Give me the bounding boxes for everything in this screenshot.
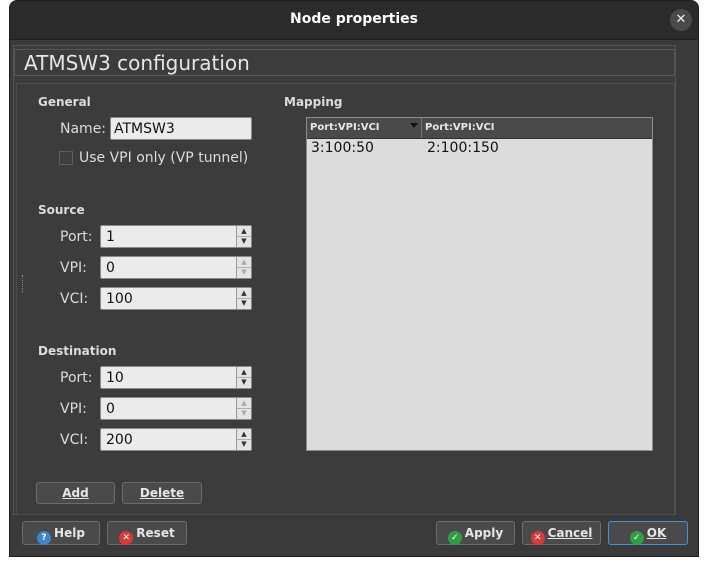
destination-port-value: 10 (106, 370, 124, 386)
source-port-label: Port: (60, 229, 93, 245)
table-cell[interactable]: 2:100:150 (427, 140, 499, 156)
delete-button-label: Delete (139, 486, 185, 500)
column-header-source[interactable]: Port:VPI:VCI (310, 122, 380, 133)
source-port-value: 1 (106, 229, 115, 245)
destination-vpi-spinbox[interactable]: 0 ▲ ▼ (100, 397, 252, 420)
cancel-icon: ✕ (530, 531, 545, 545)
checkmark-icon: ✓ (447, 531, 462, 545)
spin-down-icon[interactable]: ▼ (237, 236, 251, 246)
source-vci-value: 100 (106, 291, 133, 307)
reset-button-label: Reset (136, 526, 175, 540)
apply-button[interactable]: ✓ Apply (436, 521, 515, 545)
help-button[interactable]: ? Help (22, 521, 100, 545)
spin-down-icon[interactable]: ▼ (237, 408, 251, 418)
config-title: ATMSW3 configuration (24, 51, 250, 75)
vpi-only-label: Use VPI only (VP tunnel) (79, 150, 249, 166)
column-divider[interactable] (421, 118, 422, 138)
destination-vci-spinbox[interactable]: 200 ▲ ▼ (100, 428, 252, 451)
source-vpi-value: 0 (106, 260, 115, 276)
reset-button[interactable]: ✕ Reset (107, 521, 187, 545)
source-port-spinbox[interactable]: 1 ▲ ▼ (100, 225, 252, 248)
column-header-destination[interactable]: Port:VPI:VCI (425, 122, 495, 133)
source-vpi-spinbox[interactable]: 0 ▲ ▼ (100, 256, 252, 279)
config-heading: ATMSW3 configuration (14, 49, 675, 76)
delete-button[interactable]: Delete (122, 482, 202, 504)
table-header: Port:VPI:VCI Port:VPI:VCI (307, 118, 652, 139)
title-bar: Node properties ✕ (10, 1, 698, 40)
source-vpi-label: VPI: (60, 260, 87, 276)
destination-vpi-value: 0 (106, 401, 115, 417)
add-button-label: Add (62, 486, 89, 500)
cancel-button-label: Cancel (547, 526, 593, 540)
help-icon: ? (37, 531, 52, 545)
name-field[interactable]: ATMSW3 (110, 117, 252, 140)
mapping-label: Mapping (284, 95, 343, 109)
destination-vci-label: VCI: (60, 432, 89, 448)
ok-button-label: OK (646, 526, 667, 540)
reset-icon: ✕ (119, 531, 134, 545)
spin-down-icon[interactable]: ▼ (237, 439, 251, 449)
checkmark-icon: ✓ (629, 531, 644, 545)
mapping-table[interactable]: Port:VPI:VCI Port:VPI:VCI 3:100:50 2:100… (306, 117, 653, 451)
dialog-title: Node properties (289, 11, 418, 27)
destination-vpi-label: VPI: (60, 401, 87, 417)
close-icon[interactable]: ✕ (670, 9, 692, 31)
spin-down-icon[interactable]: ▼ (237, 377, 251, 387)
spin-down-icon[interactable]: ▼ (237, 298, 251, 308)
destination-port-label: Port: (60, 370, 93, 386)
spin-down-icon[interactable]: ▼ (237, 267, 251, 277)
table-cell[interactable]: 3:100:50 (311, 140, 374, 156)
ok-button[interactable]: ✓ OK (608, 521, 688, 545)
destination-vci-value: 200 (106, 432, 133, 448)
name-label: Name: (60, 121, 107, 137)
general-label: General (38, 95, 91, 109)
destination-port-spinbox[interactable]: 10 ▲ ▼ (100, 366, 252, 389)
add-button[interactable]: Add (36, 482, 115, 504)
splitter-handle[interactable] (22, 275, 26, 293)
source-vci-label: VCI: (60, 291, 89, 307)
destination-label: Destination (38, 344, 117, 358)
help-button-label: Help (54, 526, 85, 540)
vpi-only-checkbox[interactable] (59, 151, 73, 165)
apply-button-label: Apply (464, 526, 504, 540)
cancel-button[interactable]: ✕ Cancel (522, 521, 601, 545)
source-label: Source (38, 203, 85, 217)
sort-descending-icon (410, 123, 418, 128)
source-vci-spinbox[interactable]: 100 ▲ ▼ (100, 287, 252, 310)
